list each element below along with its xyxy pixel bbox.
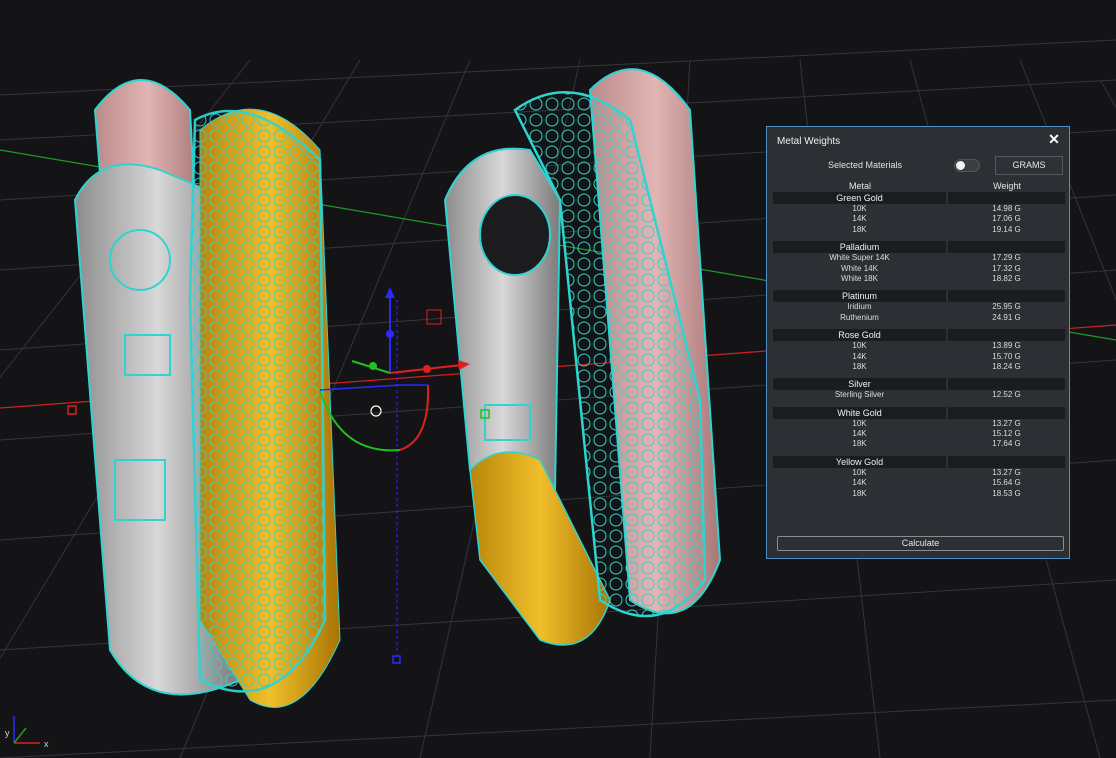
group-header-weight-cell: [948, 329, 1065, 342]
weights-table: Green Gold 10K 14.98 G 14K 17.06 G 18K 19.14 G…: [773, 191, 1065, 499]
axis-indicator: x y: [5, 716, 49, 749]
close-icon[interactable]: ✕: [1047, 132, 1061, 146]
table-row: 14K 15.70 G: [773, 352, 1065, 362]
metal-cell: 10K: [852, 204, 867, 213]
weight-cell: 17.06 G: [992, 214, 1021, 224]
weight-cell: 15.70 G: [992, 351, 1021, 361]
metal-cell: 18K: [852, 439, 867, 449]
table-row: 14K 17.06 G: [773, 214, 1065, 224]
metal-cell: 18K: [852, 224, 867, 234]
table-row: 18K 18.24 G: [773, 362, 1065, 372]
weight-cell: 25.95 G: [992, 302, 1021, 312]
table-row: 10K 13.89 G: [773, 341, 1065, 351]
group-name: Green Gold: [773, 192, 946, 204]
table-row: 14K 15.12 G: [773, 429, 1065, 439]
table-row: White 18K 18.82 G: [773, 274, 1065, 284]
group-header-weight-cell: [948, 378, 1065, 391]
group-header: Yellow Gold: [773, 455, 1065, 468]
weight-cell: 17.32 G: [992, 263, 1021, 273]
table-row: White Super 14K 17.29 G: [773, 253, 1065, 263]
weight-cell: 24.91 G: [992, 312, 1021, 322]
table-row: 18K 18.53 G: [773, 489, 1065, 499]
metal-weights-panel: Metal Weights ✕ Selected Materials GRAMS…: [766, 126, 1070, 559]
weight-cell: 17.29 G: [992, 253, 1021, 263]
selected-materials-toggle[interactable]: [954, 159, 980, 172]
group-header: Green Gold: [773, 192, 1065, 204]
table-row: 14K 15.64 G: [773, 478, 1065, 488]
table-row: 10K 14.98 G: [773, 204, 1065, 214]
group-header-weight-cell: [948, 290, 1065, 303]
metal-cell: Iridium: [847, 302, 872, 312]
table-row: Ruthenium 24.91 G: [773, 313, 1065, 323]
weight-cell: 15.12 G: [992, 429, 1021, 439]
table-row: 10K 13.27 G: [773, 419, 1065, 429]
left-ring-model[interactable]: [73, 79, 341, 708]
metal-cell: Sterling Silver: [834, 390, 885, 400]
weight-cell: 18.24 G: [992, 361, 1021, 371]
metal-cell: Ruthenium: [840, 312, 879, 322]
calculate-button[interactable]: Calculate: [777, 536, 1064, 551]
group-header-weight-cell: [948, 455, 1065, 468]
weight-cell: 17.64 G: [992, 439, 1021, 449]
metal-cell: 10K: [852, 467, 867, 477]
panel-title: Metal Weights: [777, 136, 841, 147]
metal-cell: 10K: [852, 341, 867, 351]
weight-cell: 13.89 G: [992, 341, 1021, 351]
weight-cell: 18.53 G: [992, 488, 1021, 498]
col-metal-header: Metal: [848, 181, 871, 191]
table-row: Iridium 25.95 G: [773, 302, 1065, 312]
metal-cell: White Super 14K: [829, 253, 890, 263]
metal-cell: 14K: [852, 478, 867, 488]
group-name: Yellow Gold: [773, 455, 946, 468]
axis-y-label: y: [5, 728, 10, 738]
group-header: White Gold: [773, 406, 1065, 419]
group-header: Silver: [773, 378, 1065, 391]
group-header: Palladium: [773, 241, 1065, 254]
group-header: Platinum: [773, 290, 1065, 303]
weight-cell: 14.98 G: [992, 204, 1021, 213]
right-ring-model[interactable]: [443, 68, 722, 646]
table-row: 10K 13.27 G: [773, 468, 1065, 478]
group-name: White Gold: [773, 406, 946, 419]
group-name: Platinum: [773, 290, 946, 303]
group-header-weight-cell: [948, 406, 1065, 419]
group-header-weight-cell: [948, 192, 1065, 204]
metal-cell: White 18K: [841, 273, 878, 283]
metal-cell: 14K: [852, 214, 867, 224]
weight-cell: 15.64 G: [992, 478, 1021, 488]
selected-materials-label: Selected Materials: [828, 160, 903, 170]
metal-cell: 18K: [852, 488, 867, 498]
units-button[interactable]: GRAMS: [995, 156, 1063, 175]
axis-x-label: x: [44, 739, 49, 749]
weight-cell: 13.27 G: [992, 418, 1021, 428]
group-header-weight-cell: [948, 241, 1065, 254]
group-name: Palladium: [773, 241, 946, 254]
table-row: White 14K 17.32 G: [773, 264, 1065, 274]
group-name: Rose Gold: [773, 329, 946, 342]
table-row: Sterling Silver 12.52 G: [773, 390, 1065, 400]
metal-cell: 14K: [852, 351, 867, 361]
group-name: Silver: [773, 378, 946, 391]
weight-cell: 18.82 G: [992, 273, 1021, 283]
metal-cell: 10K: [852, 418, 867, 428]
metal-cell: 18K: [852, 361, 867, 371]
weight-cell: 12.52 G: [992, 390, 1021, 400]
col-weight-header: Weight: [993, 181, 1021, 191]
table-row: 18K 19.14 G: [773, 225, 1065, 235]
weight-cell: 19.14 G: [992, 224, 1021, 234]
table-row: 18K 17.64 G: [773, 439, 1065, 449]
metal-cell: White 14K: [841, 263, 878, 273]
group-header: Rose Gold: [773, 329, 1065, 342]
weight-cell: 13.27 G: [992, 467, 1021, 477]
toggle-knob: [956, 161, 965, 170]
metal-cell: 14K: [852, 429, 867, 439]
